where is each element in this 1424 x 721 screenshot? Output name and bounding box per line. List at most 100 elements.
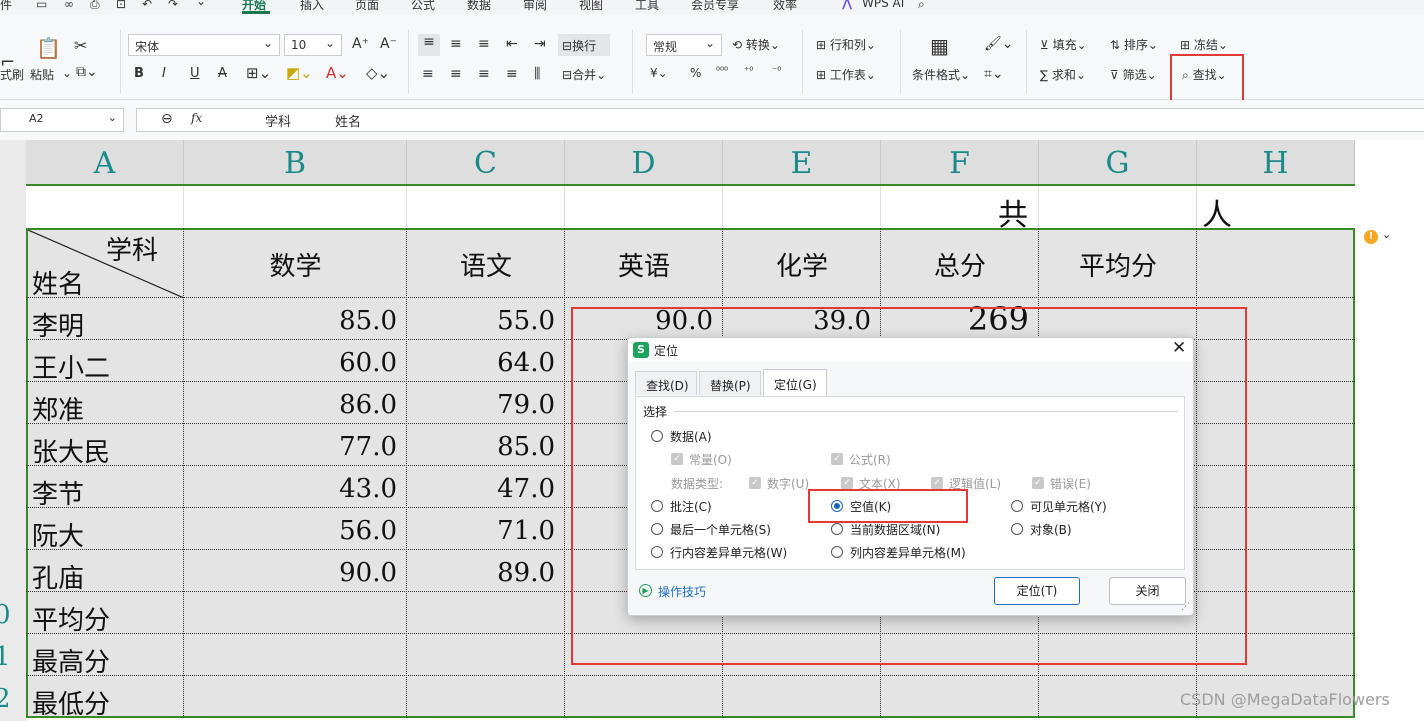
number-format-select[interactable]: 常规 ⌄: [646, 34, 722, 56]
formula-input[interactable]: ⊖ fx 学科 姓名: [136, 108, 1424, 132]
zoom-icon[interactable]: ⊖: [161, 111, 173, 127]
header-total[interactable]: 总分: [881, 246, 1039, 283]
distribute-icon[interactable]: ⫼: [534, 66, 540, 82]
sort-button[interactable]: ⇅ 排序⌄: [1110, 36, 1158, 53]
chevron-down-icon[interactable]: ⌄: [196, 0, 206, 8]
cell-name[interactable]: 阮大: [32, 516, 84, 553]
radio-row-diff[interactable]: [651, 546, 663, 558]
header-math[interactable]: 数学: [184, 246, 407, 283]
font-name-select[interactable]: 宋体 ⌄: [128, 34, 280, 56]
cell-math[interactable]: 85.0: [184, 306, 407, 336]
align-middle-icon[interactable]: ≡: [450, 36, 462, 52]
worksheet-button[interactable]: ⊞ 工作表⌄: [816, 66, 876, 83]
filter-button[interactable]: ⊽ 筛选⌄: [1110, 66, 1157, 83]
tab-insert[interactable]: 插入: [300, 0, 324, 13]
currency-button[interactable]: ¥⌄: [650, 66, 668, 80]
cell-chinese[interactable]: 64.0: [407, 348, 565, 378]
wps-ai-button[interactable]: WPS AI: [862, 0, 904, 10]
header-english[interactable]: 英语: [565, 246, 723, 283]
cell-chinese[interactable]: 89.0: [407, 558, 565, 588]
cell-chinese[interactable]: 79.0: [407, 390, 565, 420]
col-header-e[interactable]: E: [723, 140, 881, 184]
paste-button[interactable]: 粘贴: [30, 66, 54, 83]
border-icon[interactable]: ⊞⌄: [246, 64, 271, 82]
check-error[interactable]: ✓: [1032, 477, 1044, 489]
print-icon[interactable]: ⎙: [90, 0, 100, 12]
chevron-down-icon[interactable]: ⌄: [1382, 228, 1391, 241]
indent-increase-icon[interactable]: ⇥: [534, 36, 546, 52]
decimal-decrease-icon[interactable]: ⁻⁰: [772, 66, 781, 77]
radio-visible[interactable]: [1011, 500, 1023, 512]
tab-replace[interactable]: 替换(P): [699, 371, 761, 395]
label-number[interactable]: 数字(U): [767, 475, 809, 492]
label-object[interactable]: 对象(B): [1030, 521, 1072, 538]
cut-icon[interactable]: ✂: [74, 36, 87, 55]
label-col-diff[interactable]: 列内容差异单元格(M): [850, 544, 966, 561]
font-color-icon[interactable]: A⌄: [326, 64, 349, 82]
label-last-cell[interactable]: 最后一个单元格(S): [670, 521, 771, 538]
convert-button[interactable]: ⟲ 转换⌄: [732, 36, 780, 53]
radio-last-cell[interactable]: [651, 523, 663, 535]
tab-find[interactable]: 查找(D): [635, 371, 697, 395]
search-icon[interactable]: ⌕: [918, 0, 925, 12]
play-icon[interactable]: ▶: [639, 584, 652, 597]
check-formula[interactable]: ✓: [831, 453, 843, 465]
col-header-b[interactable]: B: [184, 140, 407, 184]
header-avg[interactable]: 平均分: [1039, 246, 1197, 283]
close-icon[interactable]: ✕: [1172, 338, 1186, 358]
label-const[interactable]: 常量(O): [689, 451, 732, 468]
cell-name[interactable]: 李明: [32, 306, 84, 343]
resize-grip-icon[interactable]: ⋰: [1181, 602, 1190, 612]
tab-review[interactable]: 审阅: [523, 0, 547, 13]
cell-name[interactable]: 王小二: [32, 348, 110, 385]
tab-tools[interactable]: 工具: [635, 0, 659, 13]
format-painter-label[interactable]: 式刷: [0, 66, 24, 83]
label-formula[interactable]: 公式(R): [849, 451, 891, 468]
tab-goto[interactable]: 定位(G): [763, 369, 827, 397]
cell-chinese[interactable]: 85.0: [407, 432, 565, 462]
underline-icon[interactable]: U: [190, 66, 200, 81]
cell-name[interactable]: 最低分: [32, 684, 110, 721]
col-header-f[interactable]: F: [881, 140, 1039, 184]
bold-icon[interactable]: B: [134, 66, 144, 81]
align-bottom-icon[interactable]: ≡: [478, 36, 490, 52]
align-center-icon[interactable]: ≡: [450, 66, 462, 82]
indent-decrease-icon[interactable]: ⇤: [506, 36, 518, 52]
cell-style-icon[interactable]: 🖌⌄: [984, 36, 1014, 52]
tab-member[interactable]: 会员专享: [691, 0, 739, 13]
rows-cols-button[interactable]: ⊞ 行和列⌄: [816, 36, 876, 53]
cell-chinese[interactable]: 55.0: [407, 306, 565, 336]
increase-font-icon[interactable]: A⁺: [352, 36, 369, 52]
cell-math[interactable]: 86.0: [184, 390, 407, 420]
sum-button[interactable]: ∑ 求和⌄: [1040, 66, 1086, 83]
radio-region[interactable]: [831, 523, 843, 535]
conditional-format-icon[interactable]: ▦: [930, 34, 949, 58]
cell-icon[interactable]: ⌗⌄: [984, 66, 1004, 82]
merge-button[interactable]: ⊟合并⌄: [562, 66, 606, 83]
row-number[interactable]: 0: [0, 600, 11, 630]
chevron-down-icon[interactable]: ⌄: [62, 66, 72, 80]
cell-name[interactable]: 平均分: [32, 600, 110, 637]
clear-format-icon[interactable]: ◇⌄: [366, 64, 390, 82]
col-header-g[interactable]: G: [1039, 140, 1197, 184]
fill-color-icon[interactable]: ◩⌄: [286, 64, 313, 82]
tab-data[interactable]: 数据: [467, 0, 491, 13]
fx-icon[interactable]: fx: [191, 111, 202, 125]
radio-col-diff[interactable]: [831, 546, 843, 558]
check-number[interactable]: ✓: [749, 477, 761, 489]
cell-chinese[interactable]: 71.0: [407, 516, 565, 546]
cell-name[interactable]: 张大民: [32, 432, 110, 469]
row-number[interactable]: 2: [0, 684, 11, 714]
name-box[interactable]: A2 ⌄: [0, 108, 124, 132]
locate-button[interactable]: 定位(T): [994, 577, 1080, 605]
cell-math[interactable]: 56.0: [184, 516, 407, 546]
decrease-font-icon[interactable]: A⁻: [380, 36, 397, 52]
copy-icon[interactable]: ⧉⌄: [76, 64, 98, 80]
cell-name[interactable]: 李节: [32, 474, 84, 511]
cell-math[interactable]: 43.0: [184, 474, 407, 504]
col-header-h[interactable]: H: [1197, 140, 1355, 184]
paste-icon[interactable]: 📋: [36, 36, 61, 60]
label-comment[interactable]: 批注(C): [670, 498, 712, 515]
preview-icon[interactable]: ⊡: [116, 0, 126, 11]
check-const[interactable]: ✓: [671, 453, 683, 465]
